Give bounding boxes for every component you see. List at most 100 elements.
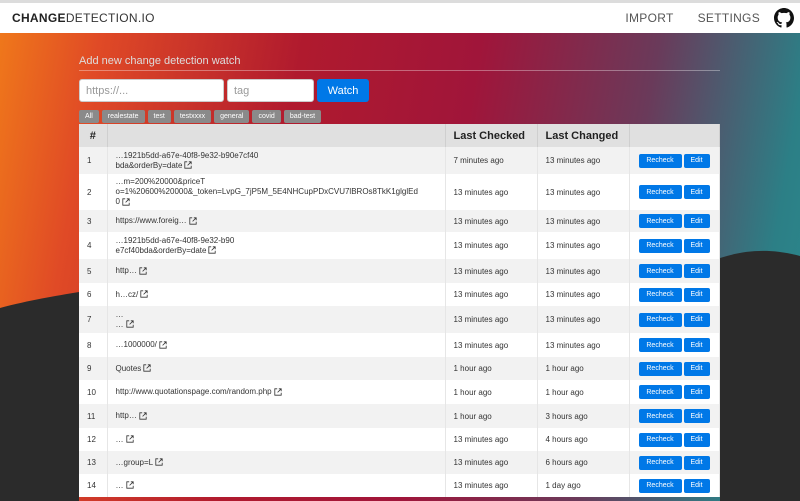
table-row: 6 h…cz/13 minutes ago 13 minutes ago Rechec…: [79, 283, 720, 306]
watch-url-cell: …m=200%20000&priceT o=1%20600%20000&_toke…: [107, 174, 446, 210]
edit-button[interactable]: Edit: [683, 153, 710, 168]
watch-url-text[interactable]: http…: [116, 411, 137, 420]
tag-filter-all[interactable]: All: [79, 110, 99, 123]
last-changed-cell: 1 day ago: [537, 474, 630, 497]
watch-url-text[interactable]: https://www.foreig…: [116, 216, 187, 225]
watch-url-text[interactable]: Quotes: [116, 364, 142, 373]
nav-menu: IMPORT SETTINGS: [601, 8, 794, 28]
watch-url-text[interactable]: …: [116, 320, 124, 329]
edit-button[interactable]: Edit: [683, 214, 710, 228]
external-link-icon[interactable]: [206, 246, 217, 255]
watch-url-text[interactable]: http…: [116, 266, 137, 275]
watch-button[interactable]: Watch: [317, 79, 369, 102]
edit-button[interactable]: Edit: [683, 455, 710, 470]
external-link-icon[interactable]: [137, 411, 147, 420]
external-link-icon[interactable]: [120, 197, 130, 206]
edit-button[interactable]: Edit: [683, 385, 710, 399]
watch-url-text[interactable]: …group=L: [116, 458, 154, 467]
external-link-icon[interactable]: [124, 481, 134, 490]
external-link-icon[interactable]: [137, 266, 147, 275]
watch-url-cell: Quotes: [107, 357, 446, 380]
edit-button[interactable]: Edit: [683, 432, 710, 447]
top-navbar: CHANGEDETECTION.IO IMPORT SETTINGS: [0, 0, 800, 33]
recheck-button[interactable]: Recheck: [638, 264, 682, 278]
nav-import-link[interactable]: IMPORT: [625, 11, 673, 25]
watch-url-text[interactable]: bda&orderBy=date: [116, 161, 183, 170]
edit-button[interactable]: Edit: [683, 264, 710, 278]
last-changed-cell: 13 minutes ago: [537, 174, 630, 210]
actions-cell: Recheck Edit: [629, 380, 720, 404]
header-last-changed[interactable]: Last Changed: [537, 124, 630, 147]
recheck-button[interactable]: Recheck: [638, 432, 682, 447]
tag-input[interactable]: tag: [227, 79, 314, 102]
watch-table-body: 1 …1921b5dd-a67e-40f8-9e32-b90e7cf40 bda&o…: [79, 147, 720, 497]
watch-url-text[interactable]: …: [116, 310, 124, 319]
tag-filter-general[interactable]: general: [214, 110, 250, 123]
edit-button[interactable]: Edit: [683, 287, 710, 302]
recheck-button[interactable]: Recheck: [638, 287, 682, 302]
table-row: 3 https://www.foreig… 13 minutes ago 13 min…: [79, 210, 720, 232]
table-row: 2 …m=200%20000&priceT o=1%20600%20000&_tok…: [79, 174, 720, 210]
last-changed-cell: 3 hours ago: [537, 404, 630, 428]
tag-filter-realestate[interactable]: realestate: [101, 110, 145, 123]
last-checked-cell: 13 minutes ago: [445, 451, 538, 474]
recheck-button[interactable]: Recheck: [638, 153, 682, 168]
last-changed-cell: 13 minutes ago: [537, 232, 630, 259]
recheck-button[interactable]: Recheck: [638, 455, 682, 470]
nav-settings-link[interactable]: SETTINGS: [698, 11, 760, 25]
tag-filter-bad-test[interactable]: bad-test: [283, 110, 322, 123]
recheck-button[interactable]: Recheck: [638, 238, 682, 253]
table-row: 14… 13 minutes ago 1 day ago Recheck Edit: [79, 474, 720, 497]
edit-button[interactable]: Edit: [683, 478, 710, 493]
actions-cell: Recheck Edit: [629, 451, 720, 474]
row-number: 8: [79, 333, 108, 357]
recheck-button[interactable]: Recheck: [638, 361, 682, 376]
tag-filter-testxxxx[interactable]: testxxxx: [173, 110, 212, 123]
recheck-button[interactable]: Recheck: [638, 312, 682, 327]
external-link-icon[interactable]: [187, 216, 197, 225]
recheck-button[interactable]: Recheck: [638, 385, 682, 399]
recheck-button[interactable]: Recheck: [638, 338, 682, 352]
watch-url-text[interactable]: …: [116, 435, 124, 444]
github-icon[interactable]: [774, 8, 794, 28]
edit-button[interactable]: Edit: [683, 312, 710, 327]
row-number: 9: [79, 357, 108, 380]
watch-url-text[interactable]: o=1%20600%20000&_token=LvpG_7jP5M_5E4NHC…: [116, 187, 418, 196]
watch-url-text[interactable]: …: [116, 481, 124, 490]
edit-button[interactable]: Edit: [683, 238, 710, 253]
external-link-icon[interactable]: [272, 387, 282, 396]
table-row: 5 http… 13 minutes ago 13 minutes ago Rechec…: [79, 259, 720, 283]
external-link-icon[interactable]: [124, 435, 134, 444]
external-link-icon[interactable]: [182, 161, 193, 170]
actions-cell: Recheck Edit: [629, 174, 720, 210]
add-watch-form: https://... tag Watch: [79, 79, 720, 102]
external-link-icon[interactable]: [138, 290, 148, 299]
watch-url-text[interactable]: http://www.quotationspage.com/random.php: [116, 387, 272, 396]
last-checked-cell: 13 minutes ago: [445, 283, 538, 306]
watch-url-text[interactable]: …1921b5dd-a67e-40f8-9e32-b90: [116, 236, 235, 245]
external-link-icon[interactable]: [141, 364, 151, 373]
url-input[interactable]: https://...: [79, 79, 224, 102]
external-link-icon[interactable]: [157, 340, 167, 349]
tag-filter-test[interactable]: test: [147, 110, 171, 123]
watch-url-text[interactable]: …1921b5dd-a67e-40f8-9e32-b90e7cf40: [116, 151, 259, 160]
edit-button[interactable]: Edit: [683, 338, 710, 352]
external-link-icon[interactable]: [124, 320, 134, 329]
recheck-button[interactable]: Recheck: [638, 409, 682, 423]
watch-url-text[interactable]: h…cz/: [116, 290, 139, 299]
tag-filter-covid[interactable]: covid: [252, 110, 281, 123]
row-number: 5: [79, 259, 108, 283]
watch-url-cell: …group=L: [107, 451, 446, 474]
recheck-button[interactable]: Recheck: [638, 185, 682, 199]
recheck-button[interactable]: Recheck: [638, 478, 682, 493]
edit-button[interactable]: Edit: [683, 409, 710, 423]
edit-button[interactable]: Edit: [683, 185, 710, 199]
watch-url-text[interactable]: …m=200%20000&priceT: [116, 177, 206, 186]
brand-logo[interactable]: CHANGEDETECTION.IO: [12, 11, 155, 25]
header-last-checked[interactable]: Last Checked: [445, 124, 538, 147]
watch-url-text[interactable]: …1000000/: [116, 340, 157, 349]
watch-url-text[interactable]: e7cf40bda&orderBy=date: [116, 246, 207, 255]
edit-button[interactable]: Edit: [683, 361, 710, 376]
recheck-button[interactable]: Recheck: [638, 214, 682, 228]
external-link-icon[interactable]: [153, 458, 163, 467]
